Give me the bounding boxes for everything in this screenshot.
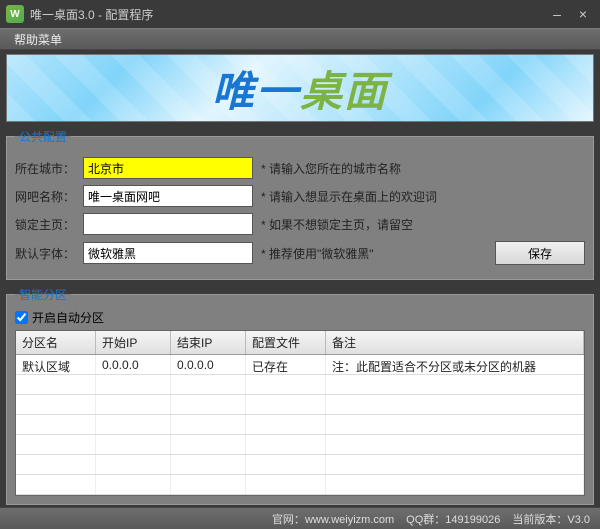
smart-zone-group: 智能分区 开启自动分区 分区名 开始IP 结束IP 配置文件 备注 默认区域 0… xyxy=(6,286,594,505)
site-link[interactable]: www.weiyizm.com xyxy=(305,514,394,526)
default-font-input[interactable] xyxy=(83,242,253,264)
bar-label: 网吧名称： xyxy=(15,188,75,205)
table-row[interactable] xyxy=(16,415,584,435)
table-row[interactable]: 默认区域 0.0.0.0 0.0.0.0 已存在 注：此配置适合不分区或未分区的… xyxy=(16,355,584,375)
zone-table-body: 默认区域 0.0.0.0 0.0.0.0 已存在 注：此配置适合不分区或未分区的… xyxy=(16,355,584,495)
banner-logo-text: 唯一桌面 xyxy=(212,58,388,119)
cell-end-ip: 0.0.0.0 xyxy=(171,355,246,374)
cell-config: 已存在 xyxy=(246,355,326,374)
col-end-ip[interactable]: 结束IP xyxy=(171,331,246,354)
bar-hint: * 请输入想显示在桌面上的欢迎词 xyxy=(261,188,437,205)
app-icon: W xyxy=(6,5,24,23)
city-input[interactable] xyxy=(83,157,253,179)
table-row[interactable] xyxy=(16,475,584,495)
city-label: 所在城市： xyxy=(15,160,75,177)
save-button[interactable]: 保存 xyxy=(495,241,585,265)
col-start-ip[interactable]: 开始IP xyxy=(96,331,171,354)
table-row[interactable] xyxy=(16,435,584,455)
bar-name-input[interactable] xyxy=(83,185,253,207)
help-menu[interactable]: 帮助菜单 xyxy=(8,29,68,50)
table-row[interactable] xyxy=(16,455,584,475)
cell-remark: 注：此配置适合不分区或未分区的机器 xyxy=(326,355,584,374)
public-config-group: 公共配置 所在城市： * 请输入您所在的城市名称 网吧名称： * 请输入想显示在… xyxy=(6,128,594,280)
smart-zone-legend: 智能分区 xyxy=(15,286,71,303)
lock-label: 锁定主页： xyxy=(15,216,75,233)
window-title: 唯一桌面3.0 - 配置程序 xyxy=(30,6,546,23)
col-config[interactable]: 配置文件 xyxy=(246,331,326,354)
cell-name: 默认区域 xyxy=(16,355,96,374)
lock-homepage-input[interactable] xyxy=(83,213,253,235)
version: 当前版本：V3.0 xyxy=(512,511,590,527)
enable-auto-zone-label: 开启自动分区 xyxy=(32,309,104,326)
col-name[interactable]: 分区名 xyxy=(16,331,96,354)
font-label: 默认字体： xyxy=(15,245,75,262)
public-config-legend: 公共配置 xyxy=(15,128,71,145)
col-remark[interactable]: 备注 xyxy=(326,331,584,354)
close-button[interactable]: × xyxy=(572,5,594,23)
lock-hint: * 如果不想锁定主页，请留空 xyxy=(261,216,413,233)
table-row[interactable] xyxy=(16,375,584,395)
qq-group: QQ群：149199026 xyxy=(406,511,500,527)
statusbar: 官网：www.weiyizm.com QQ群：149199026 当前版本：V3… xyxy=(0,507,600,529)
enable-auto-zone-checkbox[interactable] xyxy=(15,311,28,324)
titlebar: W 唯一桌面3.0 - 配置程序 – × xyxy=(0,0,600,28)
app-window: W 唯一桌面3.0 - 配置程序 – × 帮助菜单 唯一桌面 公共配置 所在城市… xyxy=(0,0,600,515)
table-row[interactable] xyxy=(16,395,584,415)
site-label: 官网：www.weiyizm.com xyxy=(272,511,394,527)
city-hint: * 请输入您所在的城市名称 xyxy=(261,160,401,177)
client-area: 唯一桌面 公共配置 所在城市： * 请输入您所在的城市名称 网吧名称： * 请输… xyxy=(0,50,600,507)
cell-start-ip: 0.0.0.0 xyxy=(96,355,171,374)
font-hint: * 推荐使用"微软雅黑" xyxy=(261,245,374,262)
menubar: 帮助菜单 xyxy=(0,28,600,50)
zone-table: 分区名 开始IP 结束IP 配置文件 备注 默认区域 0.0.0.0 0.0.0… xyxy=(15,330,585,496)
zone-table-header: 分区名 开始IP 结束IP 配置文件 备注 xyxy=(16,331,584,355)
minimize-button[interactable]: – xyxy=(546,5,568,23)
banner: 唯一桌面 xyxy=(6,54,594,122)
window-controls: – × xyxy=(546,5,594,23)
